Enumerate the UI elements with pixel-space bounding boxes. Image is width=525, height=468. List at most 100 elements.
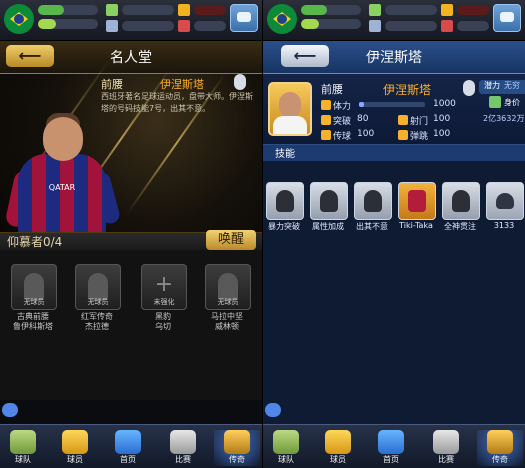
slot-player: 威林顿 — [215, 322, 239, 331]
whistle-icon — [433, 430, 459, 454]
player-description: 西班牙著名足球运动员，盘带大师。伊涅斯塔的号码技能7号，出其不意。 — [101, 92, 253, 113]
attr-breakthrough: 突破 — [321, 114, 351, 127]
currency-bar-1 — [385, 5, 437, 15]
attr-breakthrough-value: 80 — [357, 114, 369, 124]
jump-icon — [398, 130, 408, 140]
slot-name-4: 马拉中坚 威林顿 — [199, 312, 255, 332]
nav-label: 球员 — [67, 455, 83, 464]
attr-shoot-value: 100 — [433, 114, 451, 124]
skill-name: 出其不意 — [356, 222, 388, 231]
admirers-count: 仰慕者0/4 — [7, 235, 63, 249]
slot-name-1: 古典前腰 鲁伊科斯塔 — [5, 312, 61, 332]
legend-cup-icon — [487, 430, 513, 454]
currency-bar-3 — [122, 21, 174, 31]
nav-home[interactable]: 首页 — [105, 430, 151, 466]
slot-status: 无球员 — [87, 298, 109, 306]
hall-of-fame-screen: ⟵ 名人堂 QATAR 前腰 伊涅斯塔 西班牙著名足球运动员，盘带大师。伊涅斯塔… — [0, 0, 262, 468]
nav-label: 传奇 — [492, 455, 508, 464]
attr-shoot: 射门 — [398, 114, 428, 127]
currency-bar-3 — [385, 21, 437, 31]
pass-icon — [321, 130, 331, 140]
nav-team[interactable]: 球队 — [0, 430, 46, 466]
nav-players[interactable]: 球员 — [52, 430, 98, 466]
attr-pass: 传球 — [321, 129, 351, 142]
attr-label: 射门 — [410, 117, 429, 127]
stamina-bar — [359, 102, 425, 107]
admirer-slot-2[interactable]: 无球员 — [75, 264, 121, 310]
skill-focus[interactable] — [442, 182, 480, 220]
potential-value: 无穷 — [504, 81, 520, 90]
admirer-slot-4[interactable]: 无球员 — [205, 264, 251, 310]
resource-fill-2 — [301, 19, 319, 29]
player-head — [43, 117, 83, 161]
resource-fill-1 — [38, 5, 64, 15]
page-title: 名人堂 — [110, 50, 152, 66]
slot-name-2: 红军传奇 杰拉德 — [69, 312, 125, 332]
chat-icon[interactable] — [230, 4, 258, 32]
nav-label: 传奇 — [229, 455, 245, 464]
nav-match[interactable]: 比赛 — [160, 430, 206, 466]
value-icon — [489, 96, 501, 108]
slot-title: 古典前腰 — [17, 312, 49, 321]
player-avatar — [268, 82, 312, 136]
slot-status: 未强化 — [153, 298, 175, 306]
coin-icon — [441, 4, 453, 16]
awaken-button[interactable]: 唤醒 — [206, 230, 256, 250]
nav-players[interactable]: 球员 — [315, 430, 361, 466]
attribute-bonus-icon — [320, 190, 338, 212]
avatar-shirt — [273, 116, 307, 134]
brazil-flag-icon[interactable] — [267, 4, 297, 34]
chat-bubble-icon[interactable] — [265, 403, 281, 417]
status-bar — [263, 0, 525, 41]
slot-title: 黑豹 — [155, 312, 171, 321]
skill-name: Tiki-Taka — [399, 221, 433, 230]
player-position: 前腰 — [321, 83, 343, 96]
nav-match[interactable]: 比赛 — [423, 430, 469, 466]
nav-home[interactable]: 首页 — [368, 430, 414, 466]
surprise-icon — [364, 190, 382, 212]
slot-player: 鲁伊科斯塔 — [13, 322, 53, 331]
slot-player: 杰拉德 — [85, 322, 109, 331]
skill-formation[interactable] — [486, 182, 524, 220]
player-card-icon — [62, 430, 88, 454]
attr-label: 传球 — [333, 132, 352, 142]
jersey-sponsor: QATAR — [48, 183, 76, 192]
coin-icon — [178, 4, 190, 16]
attr-jump-value: 100 — [433, 129, 451, 139]
attr-label: 体力 — [333, 102, 352, 112]
resource-fill-1 — [301, 5, 327, 15]
currency-bar-1 — [122, 5, 174, 15]
skill-power-dribble[interactable] — [266, 182, 304, 220]
focus-icon — [452, 190, 470, 212]
status-bar — [0, 0, 262, 41]
nav-label: 比赛 — [438, 455, 454, 464]
money-icon — [106, 4, 118, 16]
skill-tiki-taka[interactable] — [398, 182, 436, 220]
shoot-icon — [398, 115, 408, 125]
skill-attribute-bonus[interactable] — [310, 182, 348, 220]
nav-legend[interactable]: 传奇 — [214, 430, 260, 466]
chat-bubble-icon[interactable] — [2, 403, 18, 417]
skill-name: 3133 — [493, 221, 515, 230]
info-toggle-icon[interactable] — [463, 80, 475, 96]
slot-title: 马拉中坚 — [211, 312, 243, 321]
brazil-flag-icon[interactable] — [4, 4, 34, 34]
info-toggle-icon[interactable] — [234, 74, 246, 90]
flag-globe — [14, 14, 24, 24]
chat-icon[interactable] — [493, 4, 521, 32]
title-bar: ⟵ 伊涅斯塔 — [263, 41, 525, 75]
skill-surprise[interactable] — [354, 182, 392, 220]
value-label: 身价 — [504, 98, 520, 107]
nav-label: 球员 — [330, 455, 346, 464]
breakthrough-icon — [321, 115, 331, 125]
player-jersey — [18, 154, 106, 239]
plus-icon: + — [154, 272, 174, 297]
attr-label: 弹跳 — [410, 132, 429, 142]
admirer-slot-3[interactable]: + 未强化 — [141, 264, 187, 310]
skill-name: 全神贯注 — [444, 222, 476, 231]
admirer-slot-1[interactable]: 无球员 — [11, 264, 57, 310]
nav-legend[interactable]: 传奇 — [477, 430, 523, 466]
whistle-icon — [170, 430, 196, 454]
currency-bar-4 — [194, 21, 226, 31]
nav-team[interactable]: 球队 — [263, 430, 309, 466]
